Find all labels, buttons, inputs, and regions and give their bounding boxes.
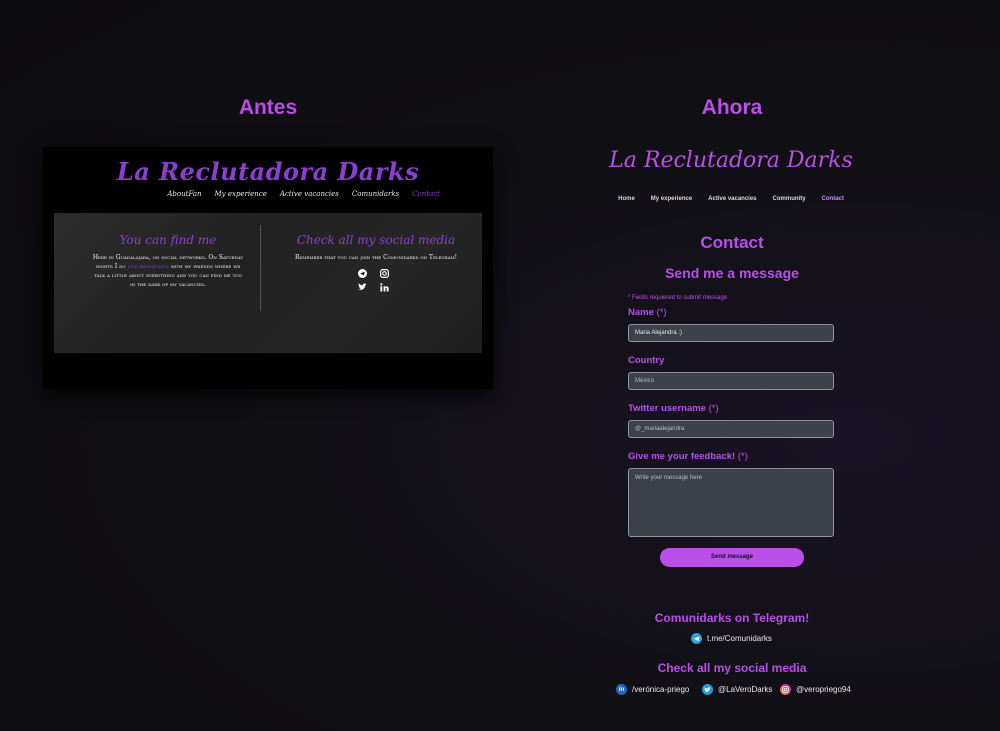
- now-nav-experience[interactable]: My experience: [651, 196, 692, 202]
- feedback-required: (*): [737, 451, 748, 462]
- telegram-icon: [691, 633, 702, 644]
- before-nav-vacancies[interactable]: Active vacancies: [280, 190, 339, 198]
- telegram-link-text[interactable]: t.me/Comunidarks: [707, 634, 772, 643]
- now-logo[interactable]: La Reclutadora Darks: [566, 148, 896, 173]
- linkedin-link[interactable]: in /verónica-priego: [616, 684, 689, 695]
- linkedin-icon: in: [616, 684, 627, 695]
- before-logo: La Reclutadora Darks: [116, 157, 420, 186]
- heading-before: Antes: [238, 96, 298, 119]
- before-nav-experience[interactable]: My experience: [215, 190, 267, 198]
- form-title: Send me a message: [665, 265, 799, 281]
- twitter-icon: [702, 684, 713, 695]
- now-nav-contact[interactable]: Contact: [822, 196, 844, 202]
- before-screenshot: La Reclutadora Darks AboutFan My experie…: [43, 147, 493, 389]
- send-message-button[interactable]: Send message: [660, 548, 804, 567]
- linkedin-link-text[interactable]: /verónica-priego: [632, 685, 689, 694]
- telegram-icon[interactable]: [357, 268, 367, 278]
- twitter-field[interactable]: @_mariaalejandra: [628, 420, 834, 438]
- telegram-link[interactable]: t.me/Comunidarks: [691, 633, 772, 644]
- before-find-me-text: Here in Guadalajara, on social networks.…: [91, 253, 245, 289]
- before-social-text: Remember that you can join the Comunidar…: [294, 254, 458, 261]
- before-social-icons: [276, 268, 476, 292]
- before-panel: You can find me Here in Guadalajara, on …: [54, 213, 482, 353]
- before-nav-about[interactable]: AboutFan: [167, 190, 201, 198]
- country-field[interactable]: México: [628, 372, 834, 390]
- heading-now: Ahora: [701, 96, 763, 119]
- instagram-link[interactable]: @veropriego94: [780, 684, 851, 695]
- name-required: (*): [656, 307, 667, 318]
- required-note: * Fields requiered to submit message: [628, 295, 728, 301]
- now-nav-vacancies[interactable]: Active vacancies: [708, 196, 756, 202]
- twitter-required: (*): [708, 403, 719, 414]
- social-title: Check all my social media: [657, 661, 807, 675]
- feedback-label-text: Give me your feedback!: [628, 451, 736, 462]
- feedback-textarea[interactable]: Write your message here: [628, 468, 834, 537]
- before-find-me-title: You can find me: [119, 233, 217, 247]
- telegram-title: Comunidarks on Telegram!: [654, 611, 810, 625]
- before-social-title: Check all my social media: [296, 233, 456, 247]
- twitter-label: Twitter username (*): [628, 403, 719, 414]
- twitter-link[interactable]: @LaVeroDarks: [702, 684, 772, 695]
- before-find-me: You can find me Here in Guadalajara, on …: [91, 233, 245, 289]
- before-live-link[interactable]: live broadcasts: [128, 263, 169, 270]
- country-label: Country: [628, 355, 665, 366]
- twitter-link-text[interactable]: @LaVeroDarks: [718, 685, 772, 694]
- instagram-icon: [780, 684, 791, 695]
- now-nav-home[interactable]: Home: [618, 196, 635, 202]
- name-label: Name (*): [628, 307, 667, 318]
- before-nav-comunidarks[interactable]: Comunidarks: [352, 190, 399, 198]
- before-divider: [260, 225, 261, 311]
- instagram-icon[interactable]: [379, 268, 389, 278]
- instagram-link-text[interactable]: @veropriego94: [796, 685, 851, 694]
- linkedin-icon[interactable]: [379, 282, 389, 292]
- before-nav-contact[interactable]: Contact: [412, 190, 440, 198]
- twitter-label-text: Twitter username: [628, 403, 706, 414]
- now-nav-community[interactable]: Community: [773, 196, 806, 202]
- twitter-icon[interactable]: [357, 282, 367, 292]
- before-nav: AboutFan My experience Active vacancies …: [167, 190, 440, 198]
- before-social: Check all my social media Remember that …: [276, 233, 476, 292]
- contact-title: Contact: [700, 233, 764, 252]
- name-field[interactable]: Maria Alejandra :): [628, 324, 834, 342]
- feedback-label: Give me your feedback! (*): [628, 451, 748, 462]
- now-nav: Home My experience Active vacancies Comm…: [566, 196, 896, 202]
- name-label-text: Name: [628, 307, 654, 318]
